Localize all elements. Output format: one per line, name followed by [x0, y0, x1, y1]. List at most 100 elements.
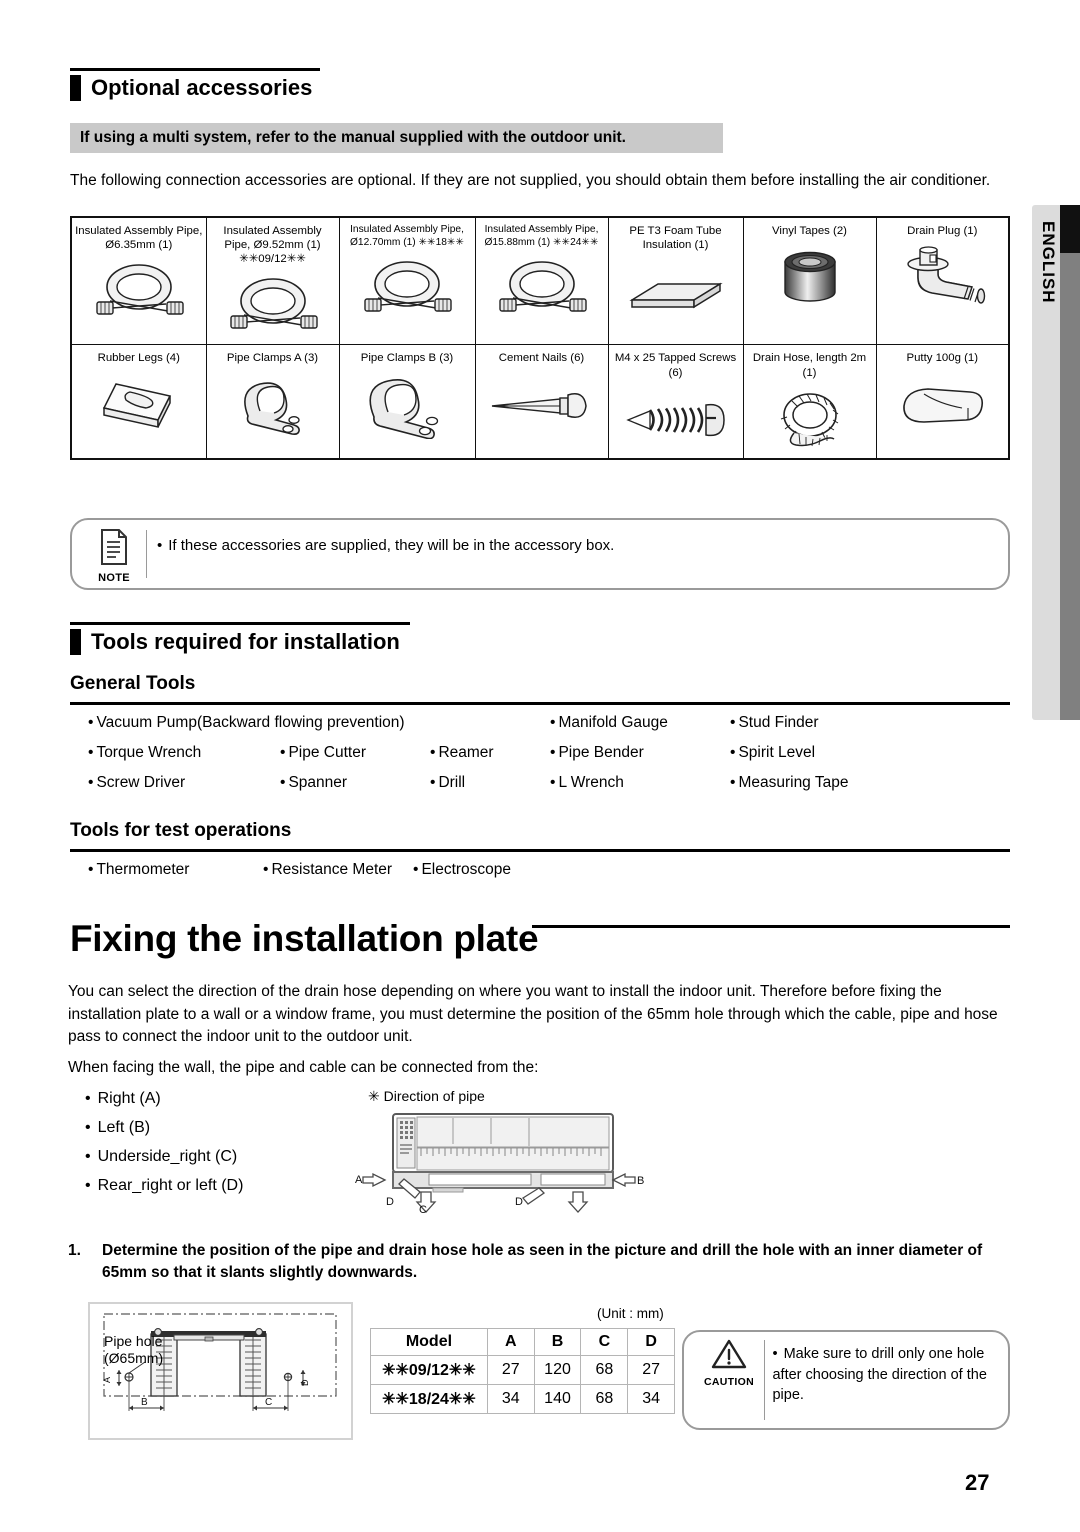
tool-label: Reamer [438, 744, 494, 761]
test-tools-heading: Tools for test operations [70, 820, 292, 841]
cell-b: 120 [533, 1355, 582, 1385]
side-tab-black-marker [1060, 205, 1080, 253]
general-tools-grid: • Vacuum Pump(Backward flowing prevention… [88, 714, 1018, 792]
bullet: • [550, 744, 556, 761]
tool-label: Screw Driver [96, 774, 186, 791]
svg-text:A: A [102, 1377, 112, 1383]
accessory-cell: PE T3 Foam Tube Insulation (1) [607, 216, 744, 346]
tool-label: Spanner [288, 774, 348, 791]
direction-label: Right (A) [97, 1090, 161, 1107]
tool-item: • Screw Driver [88, 774, 280, 792]
pipe-hole-label-line2: (Ø65mm) [104, 1349, 164, 1366]
accessory-cell: Pipe Clamps A (3) [205, 344, 340, 460]
accessory-cell: Vinyl Tapes (2) [742, 216, 877, 346]
accessory-cell: Insulated Assembly Pipe, Ø6.35mm (1) [70, 216, 207, 346]
list-item: • Underside_right (C) [85, 1142, 385, 1171]
col-header-model: Model [370, 1328, 488, 1356]
side-tab-label: ENGLISH [1039, 221, 1058, 304]
col-header-c: C [580, 1328, 629, 1356]
nail-icon [476, 368, 608, 444]
accessory-cell: Insulated Assembly Pipe, Ø15.88mm (1) ✳✳… [474, 216, 609, 346]
cell-model: ✳✳18/24✳✳ [370, 1384, 488, 1414]
caution-text-wrap: • Make sure to drill only one hole after … [772, 1338, 998, 1406]
coiled-pipe-icon [476, 251, 608, 327]
foam-sheet-icon [609, 254, 743, 330]
direction-list: • Right (A) • Left (B) • Underside_right (C… [85, 1084, 385, 1200]
cell-b: 140 [533, 1384, 582, 1414]
direction-of-pipe-caption: ✳ Direction of pipe [368, 1088, 485, 1104]
rubber-leg-icon [72, 368, 206, 444]
note-divider [146, 530, 147, 578]
bullet: • [730, 744, 736, 761]
tool-item: • Vacuum Pump(Backward flowing prevention… [88, 714, 550, 732]
accessory-label: Putty 100g (1) [906, 352, 979, 365]
accessory-cell: M4 x 25 Tapped Screws (6) [607, 344, 744, 460]
heading-bar [70, 629, 81, 655]
tool-item: • Drill [430, 774, 550, 792]
caution-box: CAUTION • Make sure to drill only one hol… [682, 1330, 1010, 1430]
indoor-unit-diagram: A B D D C [355, 1108, 645, 1216]
page-number: 27 [965, 1470, 990, 1495]
tool-label: L Wrench [558, 774, 624, 791]
note-text: If these accessories are supplied, they … [168, 537, 615, 554]
bullet: • [88, 744, 94, 761]
test-tools-grid: • Thermometer • Resistance Meter • Electros… [88, 861, 788, 879]
caution-text: Make sure to drill only one hole after c… [772, 1346, 987, 1404]
heading-rule [70, 622, 410, 625]
general-tools-heading: General Tools [70, 673, 196, 694]
heading-bar [70, 75, 81, 101]
tool-label: Torque Wrench [96, 744, 202, 761]
side-tab-gray-marker [1060, 253, 1080, 720]
cell-c: 68 [580, 1384, 629, 1414]
accessory-cell: Putty 100g (1) [875, 344, 1010, 460]
caution-icon: CAUTION [694, 1338, 764, 1388]
accessories-table: Insulated Assembly Pipe, Ø6.35mm (1) Ins… [70, 216, 1010, 460]
tools-required-heading: Tools required for installation [70, 622, 410, 655]
tool-label: Vacuum Pump(Backward flowing prevention) [96, 714, 405, 731]
page-title: Fixing the installation plate [70, 918, 539, 959]
heading-text: Tools required for installation [91, 629, 400, 654]
tool-item: • Electroscope [413, 861, 613, 879]
cell-model: ✳✳09/12✳✳ [370, 1355, 488, 1385]
general-tools-rule [70, 702, 1010, 705]
accessory-label: Rubber Legs (4) [97, 352, 180, 365]
accessories-intro-text: The following connection accessories are… [70, 172, 991, 189]
accessory-cell: Rubber Legs (4) [70, 344, 207, 460]
bullet: • [263, 861, 269, 878]
svg-text:D: D [515, 1196, 523, 1208]
tool-label: Spirit Level [738, 744, 816, 761]
bullet: • [88, 774, 94, 791]
tool-label: Pipe Cutter [288, 744, 366, 761]
cell-d: 27 [627, 1355, 675, 1385]
coiled-pipe-icon [207, 268, 339, 344]
tool-item: • Manifold Gauge [550, 714, 730, 732]
tool-item: • Thermometer [88, 861, 263, 879]
bullet: • [730, 774, 736, 791]
tool-item: • Resistance Meter [263, 861, 413, 879]
tool-item: • Measuring Tape [730, 774, 930, 792]
col-header-b: B [533, 1328, 582, 1356]
page-title-rule [532, 925, 1010, 928]
fixing-paragraph-1: You can select the direction of the drai… [68, 983, 998, 1046]
cell-d: 34 [627, 1384, 675, 1414]
direction-label: Left (B) [97, 1119, 151, 1137]
pipe-clamp-icon [340, 368, 475, 444]
bullet: • [88, 714, 94, 731]
heading-rule [70, 68, 320, 71]
bullet: • [730, 714, 736, 731]
list-item: • Rear_right or left (D) [85, 1171, 385, 1200]
drain-plug-icon [877, 240, 1009, 316]
cell-a: 27 [486, 1355, 535, 1385]
tool-item: • Stud Finder [730, 714, 930, 732]
tool-item: • Pipe Bender [550, 744, 730, 762]
accessory-label: Insulated Assembly Pipe, Ø15.88mm (1) ✳✳… [484, 224, 599, 248]
accessory-cell: Cement Nails (6) [474, 344, 609, 460]
tool-label: Thermometer [96, 861, 190, 878]
coiled-pipe-icon [72, 254, 206, 330]
tool-label: Stud Finder [738, 714, 819, 731]
tool-label: Pipe Bender [558, 744, 644, 761]
bullet: • [85, 1090, 91, 1107]
accessory-label: Drain Hose, length 2m (1) [752, 352, 867, 379]
pipe-hole-label-line1: Pipe hole [104, 1333, 163, 1349]
language-side-tab: ENGLISH [1032, 205, 1080, 720]
